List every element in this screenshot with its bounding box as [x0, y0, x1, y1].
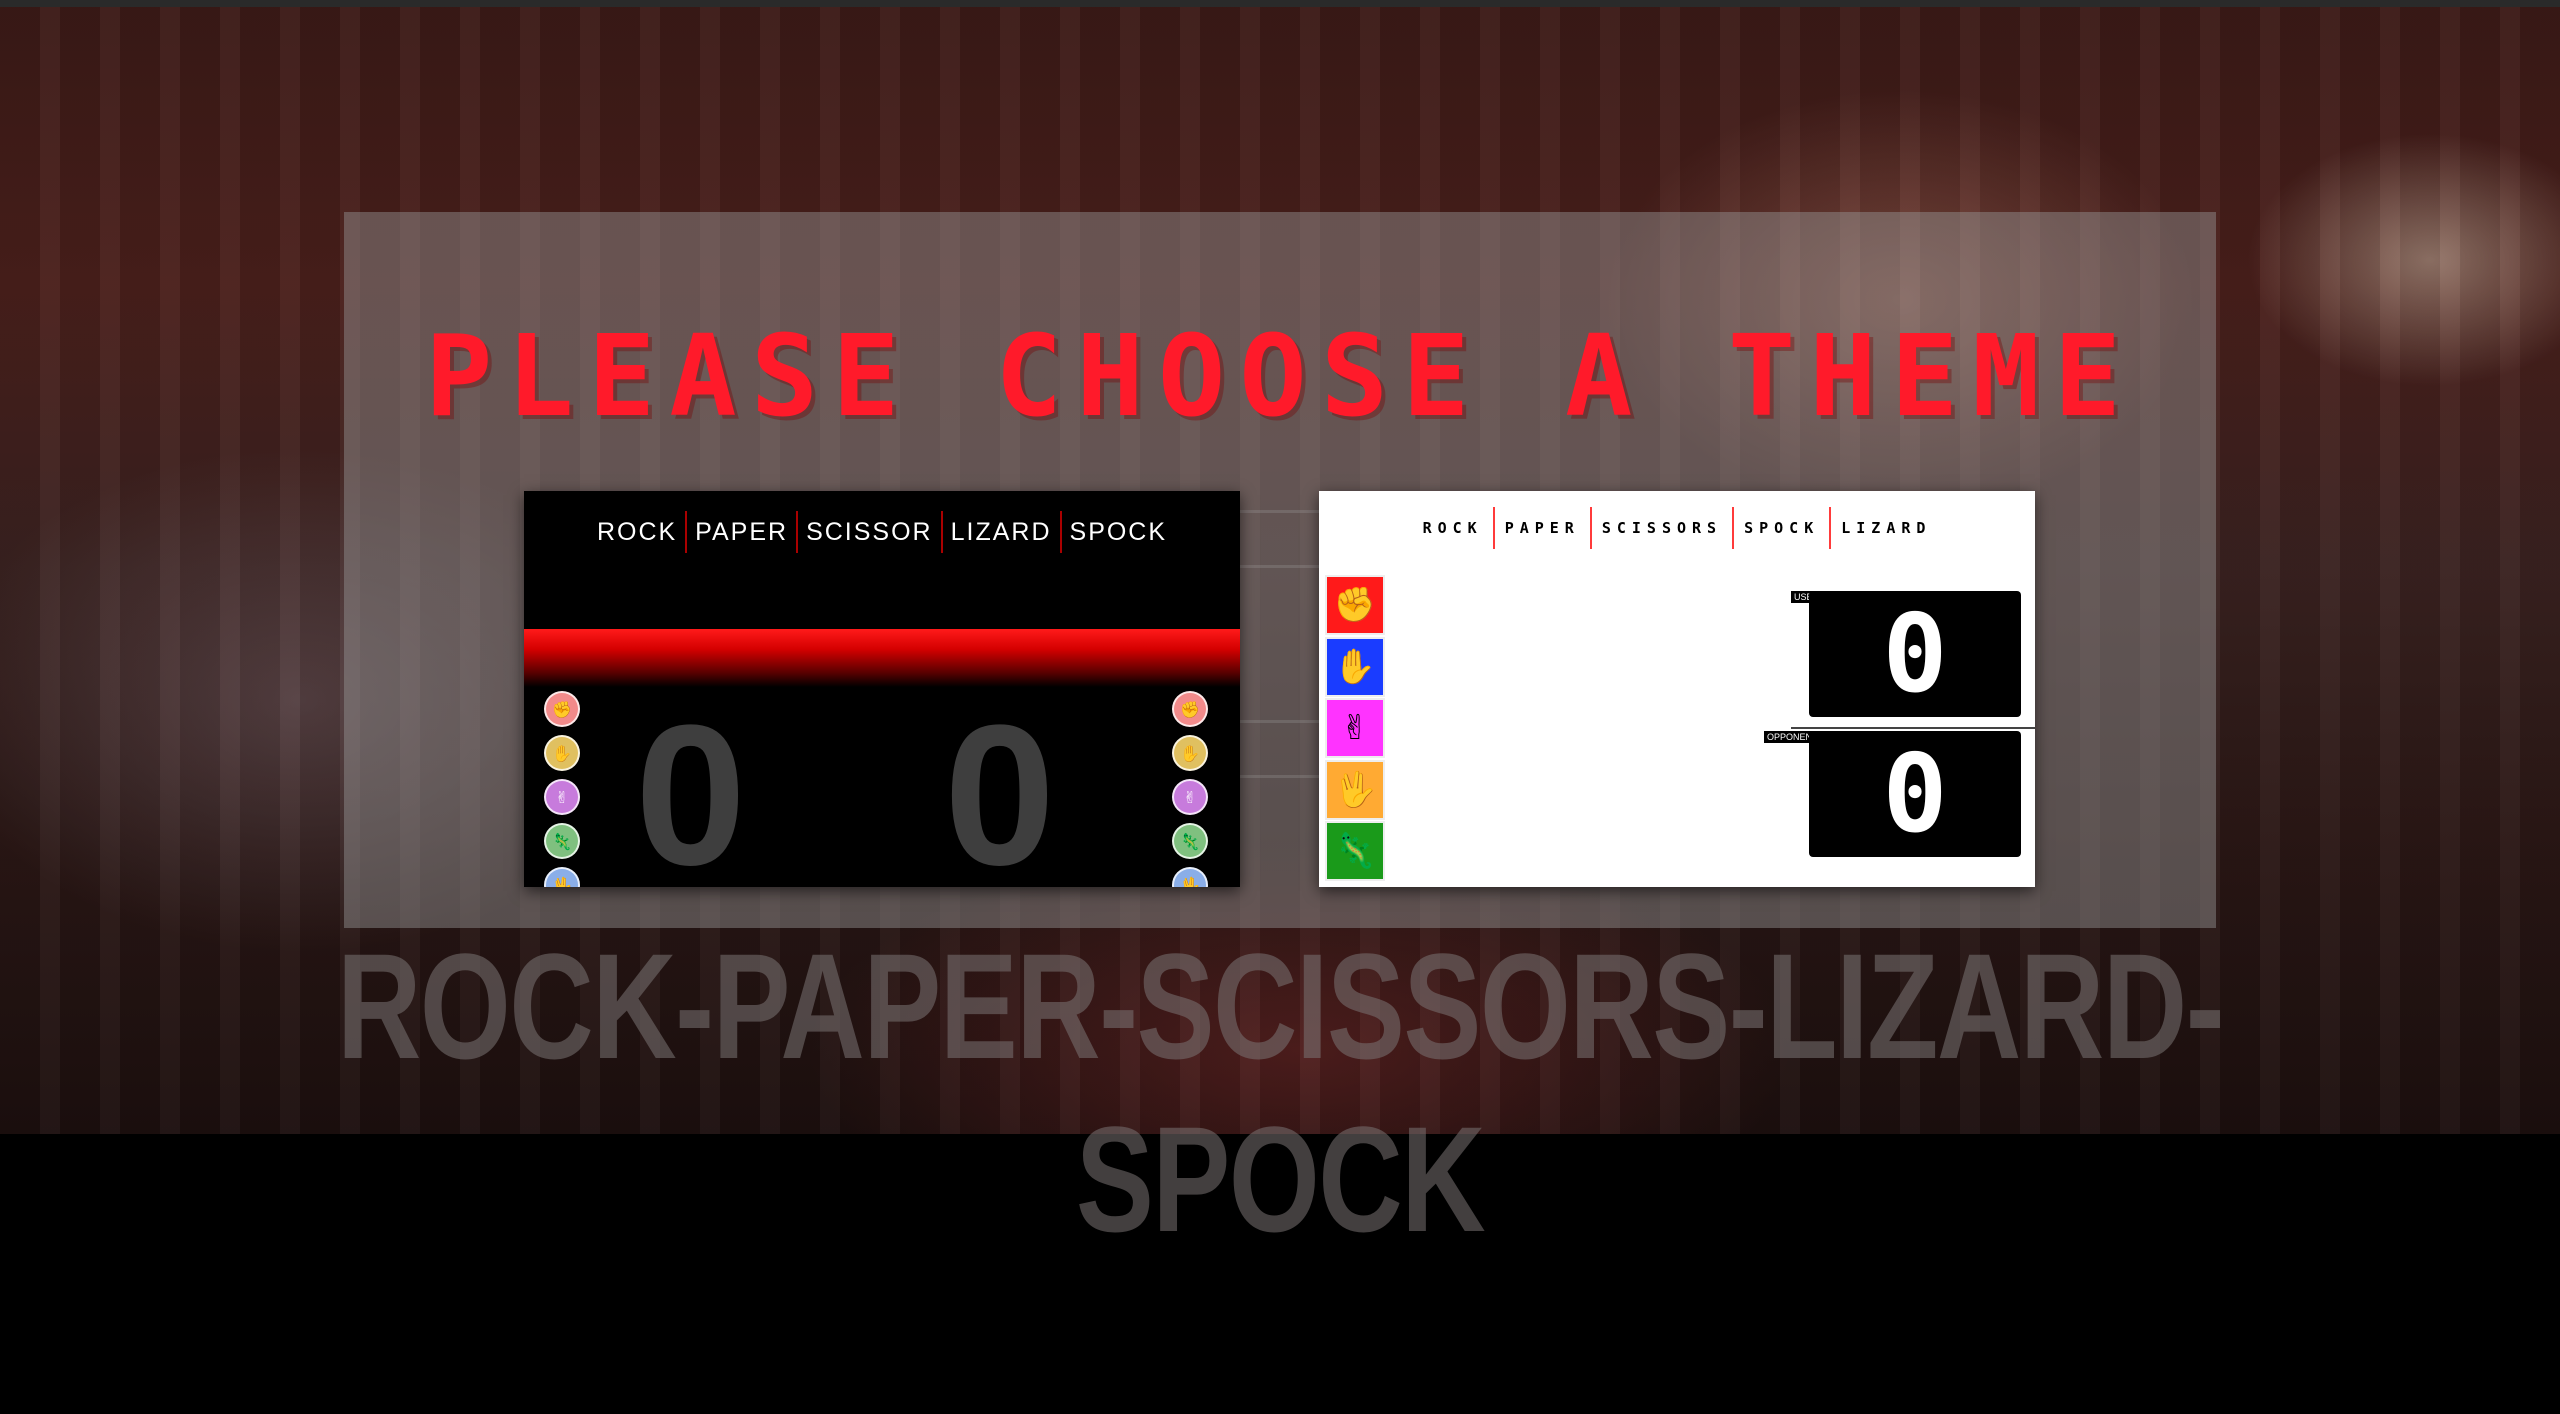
nav-item-spock: SPOCK — [1732, 507, 1829, 549]
opponent-score: 0 — [1809, 731, 2021, 857]
nav-item-scissor: SCISSOR — [798, 511, 943, 553]
rock-choice-icon: ✊ — [1325, 575, 1385, 635]
paper-choice-icon: ✋ — [1325, 637, 1385, 697]
lizard-gesture-icon: 🦎 — [1172, 823, 1208, 859]
scissors-gesture-icon: ✌ — [544, 779, 580, 815]
paper-gesture-icon: ✋ — [1172, 735, 1208, 771]
red-gradient-band — [524, 629, 1240, 687]
nav-item-spock: SPOCK — [1069, 518, 1168, 546]
dark-score-right: 0 — [944, 684, 1056, 888]
dark-theme-nav: ROCK PAPER SCISSOR LIZARD SPOCK — [524, 511, 1240, 553]
theme-modal: PLEASE CHOOSE A THEME ROCK PAPER SCISSOR… — [344, 212, 2216, 928]
top-bar — [0, 0, 2560, 7]
nav-item-rock: ROCK — [589, 511, 688, 553]
scissors-gesture-icon: ✌ — [1172, 779, 1208, 815]
background-game-title: ROCK-PAPER-SCISSORS-LIZARD-SPOCK — [336, 922, 2225, 1263]
gesture-column-right: ✊ ✋ ✌ 🦎 🖖 — [1172, 691, 1208, 887]
rock-gesture-icon: ✊ — [544, 691, 580, 727]
lizard-choice-icon: 🦎 — [1325, 821, 1385, 881]
lizard-gesture-icon: 🦎 — [544, 823, 580, 859]
user-score: 0 — [1809, 591, 2021, 717]
theme-option-dark[interactable]: ROCK PAPER SCISSOR LIZARD SPOCK ✊ ✋ ✌ 🦎 … — [524, 491, 1240, 887]
nav-item-rock: ROCK — [1422, 519, 1483, 537]
gesture-column-left: ✊ ✋ ✌ 🦎 🖖 — [544, 691, 580, 887]
nav-item-lizard: LIZARD — [943, 511, 1062, 553]
spock-gesture-icon: 🖖 — [544, 867, 580, 887]
scissors-choice-icon: ✌ — [1325, 698, 1385, 758]
modal-title: PLEASE CHOOSE A THEME — [424, 312, 2136, 442]
nav-item-scissors: SCISSORS — [1589, 507, 1732, 549]
nav-item-paper: PAPER — [687, 511, 799, 553]
theme-option-light[interactable]: ROCK PAPER SCISSORS SPOCK LIZARD ✊ ✋ ✌ 🖖… — [1319, 491, 2035, 887]
rock-gesture-icon: ✊ — [1172, 691, 1208, 727]
spock-choice-icon: 🖖 — [1325, 760, 1385, 820]
dark-score-left: 0 — [635, 684, 747, 888]
score-divider — [1791, 727, 2035, 729]
spock-gesture-icon: 🖖 — [1172, 867, 1208, 887]
nav-item-paper: PAPER — [1492, 507, 1590, 549]
light-theme-nav: ROCK PAPER SCISSORS SPOCK LIZARD — [1319, 507, 2035, 549]
paper-gesture-icon: ✋ — [544, 735, 580, 771]
nav-item-lizard: LIZARD — [1829, 507, 1941, 549]
